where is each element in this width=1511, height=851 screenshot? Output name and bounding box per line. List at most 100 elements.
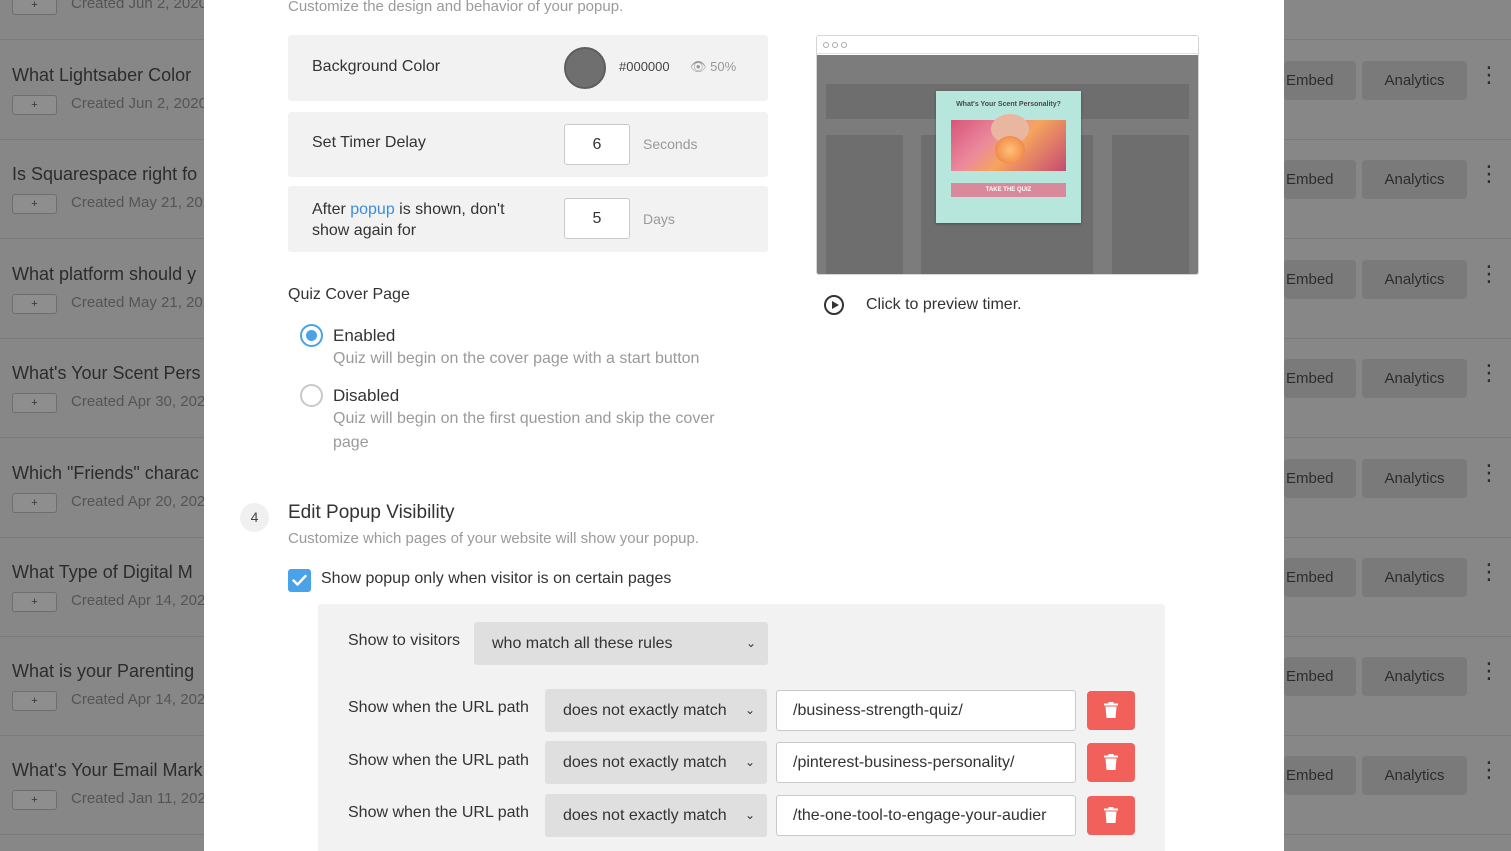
vertical-dots-icon[interactable]: ⋮ bbox=[1478, 64, 1500, 86]
popup-link[interactable]: popup bbox=[350, 201, 395, 218]
chevron-down-icon: ⌄ bbox=[744, 808, 755, 822]
cover-disabled-desc: Quiz will begin on the first question an… bbox=[333, 410, 715, 451]
quiz-title[interactable]: Which "Friends" charac bbox=[12, 463, 199, 484]
tag-button[interactable]: + bbox=[12, 294, 57, 314]
preview-page: What's Your Scent Personality? TAKE THE … bbox=[817, 55, 1198, 274]
play-icon[interactable] bbox=[824, 295, 844, 315]
embed-button[interactable]: Embed bbox=[1284, 657, 1356, 696]
rule-label: Show when the URL path bbox=[348, 804, 529, 821]
delete-rule-button[interactable] bbox=[1087, 691, 1135, 730]
embed-button[interactable]: Embed bbox=[1284, 359, 1356, 398]
timer-delay-input[interactable]: 6 bbox=[564, 124, 630, 165]
analytics-button[interactable]: Analytics bbox=[1362, 459, 1467, 498]
color-swatch[interactable] bbox=[564, 47, 606, 89]
tag-button[interactable]: + bbox=[12, 0, 57, 15]
tag-button[interactable]: + bbox=[12, 790, 57, 810]
design-subtitle: Customize the design and behavior of you… bbox=[288, 0, 624, 15]
rule-match-value: does not exactly match bbox=[563, 702, 727, 719]
window-dot-icon bbox=[841, 42, 847, 48]
embed-button[interactable]: Embed bbox=[1284, 160, 1356, 199]
rule-match-select[interactable]: does not exactly match ⌄ bbox=[545, 689, 767, 732]
rule-label: Show when the URL path bbox=[348, 699, 529, 716]
quiz-title[interactable]: What's Your Email Mark bbox=[12, 760, 203, 781]
rule-match-select[interactable]: does not exactly match ⌄ bbox=[545, 741, 767, 784]
background-color-setting: Background Color #000000 👁 50% bbox=[288, 35, 768, 101]
color-hex-value[interactable]: #000000 bbox=[619, 59, 670, 74]
tag-button[interactable]: + bbox=[12, 393, 57, 413]
analytics-button[interactable]: Analytics bbox=[1362, 61, 1467, 100]
tag-button[interactable]: + bbox=[12, 95, 57, 115]
visibility-rules-panel: Show to visitors who match all these rul… bbox=[318, 604, 1165, 851]
rule-match-value: does not exactly match bbox=[563, 754, 727, 771]
preview-timer-link[interactable]: Click to preview timer. bbox=[866, 296, 1022, 314]
cover-disabled-radio[interactable] bbox=[300, 384, 323, 407]
created-date: Created Jun 2, 2020 bbox=[71, 95, 207, 112]
preview-browser-bar bbox=[817, 36, 1198, 54]
preview-popup-title: What's Your Scent Personality? bbox=[956, 101, 1061, 108]
tag-button[interactable]: + bbox=[12, 493, 57, 513]
show-to-select[interactable]: who match all these rules ⌄ bbox=[474, 622, 768, 665]
popup-preview[interactable]: What's Your Scent Personality? TAKE THE … bbox=[816, 35, 1199, 275]
tag-button[interactable]: + bbox=[12, 592, 57, 612]
vertical-dots-icon[interactable]: ⋮ bbox=[1478, 660, 1500, 682]
vertical-dots-icon[interactable]: ⋮ bbox=[1478, 759, 1500, 781]
timer-delay-label: Set Timer Delay bbox=[312, 134, 426, 151]
rule-url-input[interactable]: /pinterest-business-personality/ bbox=[776, 742, 1076, 783]
quiz-title[interactable]: What Lightsaber Color bbox=[12, 65, 191, 86]
quiz-title[interactable]: What Type of Digital M bbox=[12, 562, 193, 583]
step-number: 4 bbox=[240, 503, 269, 532]
cover-enabled-radio[interactable] bbox=[300, 324, 323, 347]
window-dot-icon bbox=[823, 42, 829, 48]
embed-button[interactable]: Embed bbox=[1284, 61, 1356, 100]
created-date: Created Jun 2, 2020 bbox=[71, 0, 207, 12]
created-date: Created Jan 11, 2020 bbox=[71, 790, 215, 807]
opacity-control[interactable]: 👁 50% bbox=[690, 59, 736, 75]
analytics-button[interactable]: Analytics bbox=[1362, 756, 1467, 795]
created-date: Created May 21, 202 bbox=[71, 194, 212, 211]
analytics-button[interactable]: Analytics bbox=[1362, 657, 1467, 696]
eye-icon: 👁 bbox=[690, 59, 707, 74]
vertical-dots-icon[interactable]: ⋮ bbox=[1478, 462, 1500, 484]
check-icon bbox=[292, 574, 307, 586]
quiz-title[interactable]: What platform should y bbox=[12, 264, 196, 285]
tag-button[interactable]: + bbox=[12, 194, 57, 214]
tag-button[interactable]: + bbox=[12, 691, 57, 711]
rule-match-select[interactable]: does not exactly match ⌄ bbox=[545, 794, 767, 837]
show-again-unit: Days bbox=[643, 211, 675, 227]
vertical-dots-icon[interactable]: ⋮ bbox=[1478, 263, 1500, 285]
background-color-label: Background Color bbox=[312, 58, 441, 75]
analytics-button[interactable]: Analytics bbox=[1362, 359, 1467, 398]
analytics-button[interactable]: Analytics bbox=[1362, 260, 1467, 299]
preview-block bbox=[1112, 135, 1189, 274]
preview-popup: What's Your Scent Personality? TAKE THE … bbox=[936, 91, 1081, 223]
show-again-input[interactable]: 5 bbox=[564, 198, 630, 239]
delete-rule-button[interactable] bbox=[1087, 796, 1135, 835]
analytics-button[interactable]: Analytics bbox=[1362, 558, 1467, 597]
created-date: Created Apr 30, 202 bbox=[71, 393, 206, 410]
vertical-dots-icon[interactable]: ⋮ bbox=[1478, 163, 1500, 185]
opacity-value: 50% bbox=[710, 59, 737, 74]
rule-url-input[interactable]: /the-one-tool-to-engage-your-audier bbox=[776, 795, 1076, 836]
embed-button[interactable]: Embed bbox=[1284, 459, 1356, 498]
quiz-title[interactable]: Is Squarespace right fo bbox=[12, 164, 197, 185]
timer-delay-setting: Set Timer Delay 6 Seconds bbox=[288, 112, 768, 177]
flower-shape bbox=[995, 136, 1025, 164]
cover-disabled-title[interactable]: Disabled bbox=[333, 386, 399, 406]
rule-url-input[interactable]: /business-strength-quiz/ bbox=[776, 690, 1076, 731]
certain-pages-checkbox[interactable] bbox=[288, 569, 311, 592]
trash-icon bbox=[1104, 702, 1118, 718]
rule-match-value: does not exactly match bbox=[563, 807, 727, 824]
embed-button[interactable]: Embed bbox=[1284, 260, 1356, 299]
certain-pages-label[interactable]: Show popup only when visitor is on certa… bbox=[321, 570, 671, 588]
visibility-title: Edit Popup Visibility bbox=[288, 502, 455, 523]
created-date: Created Apr 14, 202 bbox=[71, 592, 206, 609]
analytics-button[interactable]: Analytics bbox=[1362, 160, 1467, 199]
vertical-dots-icon[interactable]: ⋮ bbox=[1478, 362, 1500, 384]
vertical-dots-icon[interactable]: ⋮ bbox=[1478, 561, 1500, 583]
embed-button[interactable]: Embed bbox=[1284, 756, 1356, 795]
cover-enabled-title[interactable]: Enabled bbox=[333, 326, 395, 346]
quiz-title[interactable]: What is your Parenting bbox=[12, 661, 194, 682]
embed-button[interactable]: Embed bbox=[1284, 558, 1356, 597]
quiz-title[interactable]: What's Your Scent Pers bbox=[12, 363, 201, 384]
delete-rule-button[interactable] bbox=[1087, 743, 1135, 782]
